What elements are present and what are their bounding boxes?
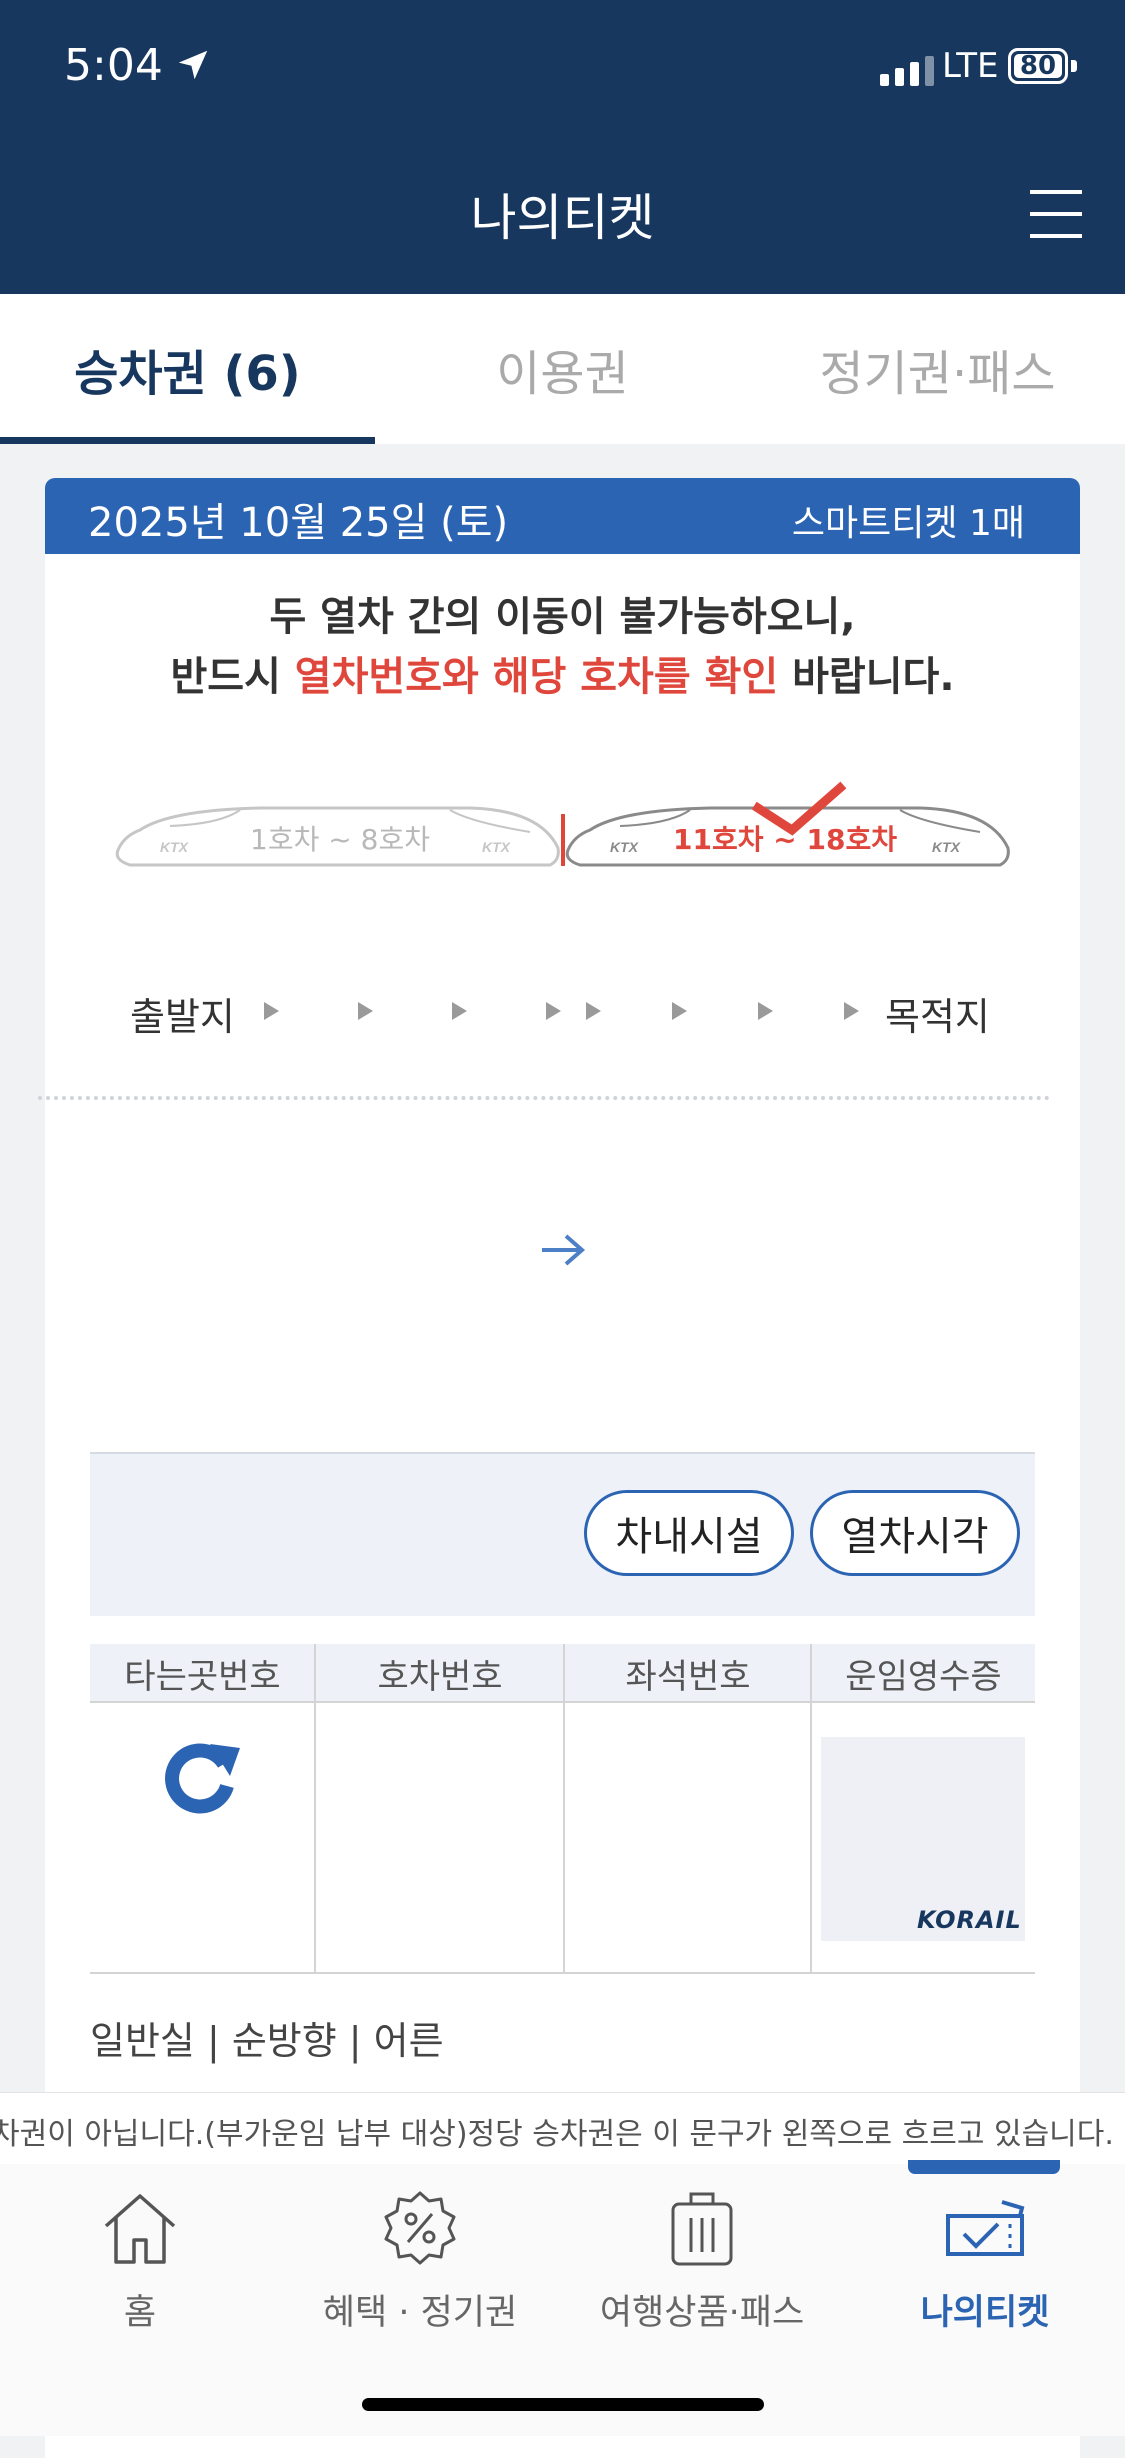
- route-arrow-icon: [264, 1002, 279, 1020]
- tab-season-pass[interactable]: 정기권·패스: [750, 294, 1125, 444]
- active-tab-indicator: [0, 437, 375, 444]
- nav-benefits[interactable]: 혜택 · 정기권: [295, 2190, 545, 2333]
- col-platform-number: 타는곳번호: [90, 1644, 315, 1702]
- ticker-text: 차권이 아닙니다.(부가운임 납부 대상)정당 승차권은 이 문구가 왼쪽으로 …: [0, 2117, 1114, 2152]
- nav-home-label: 홈: [123, 2293, 157, 2333]
- train-coupling-marker: [561, 814, 565, 866]
- security-ticker: 차권이 아닙니다.(부가운임 납부 대상)정당 승차권은 이 문구가 왼쪽으로 …: [0, 2092, 1125, 2166]
- arrival-label: 목적지: [885, 995, 990, 1039]
- nav-travel-products[interactable]: 여행상품·패스: [577, 2190, 827, 2333]
- battery-cap: [1071, 60, 1077, 72]
- tab-voucher[interactable]: 이용권: [375, 294, 750, 444]
- departure-label: 출발지: [130, 995, 235, 1039]
- korail-logo: KORAIL: [917, 1906, 1022, 1934]
- battery-level: 80: [1014, 53, 1062, 79]
- nav-travel-products-label: 여행상품·패스: [599, 2293, 805, 2333]
- notice-suffix: 바랍니다.: [778, 654, 955, 700]
- table-divider: [90, 1701, 1035, 1703]
- table-divider: [810, 1644, 812, 1974]
- train-brand-left: KTX: [160, 839, 190, 855]
- nav-my-ticket-label: 나의티켓: [920, 2293, 1050, 2333]
- seat-class-info: 일반실 | 순방향 | 어른: [90, 2019, 444, 2063]
- dotted-divider: [38, 1096, 1050, 1100]
- train-timetable-button[interactable]: 열차시각: [810, 1490, 1020, 1576]
- route-arrow-icon: [758, 1002, 773, 1020]
- nav-home[interactable]: 홈: [15, 2190, 265, 2333]
- col-seat-number: 좌석번호: [565, 1644, 811, 1702]
- train-section-1-8: KTX KTX 1호차 ~ 8호차: [115, 806, 560, 867]
- train-section-11-18: KTX KTX 11호차 ~ 18호차: [565, 806, 1010, 867]
- right-arrow-icon: [542, 1234, 586, 1266]
- luggage-icon: [671, 2192, 733, 2266]
- route-arrow-icon: [452, 1002, 467, 1020]
- notice-prefix: 반드시: [170, 654, 295, 700]
- home-icon: [104, 2194, 176, 2264]
- ticket-tabs: 승차권 (6) 이용권 정기권·패스: [0, 294, 1125, 444]
- col-fare-receipt: 운임영수증: [812, 1644, 1035, 1702]
- refresh-icon[interactable]: [160, 1738, 242, 1820]
- status-time: 5:04: [64, 40, 163, 91]
- train-brand-left-2: KTX: [482, 839, 512, 855]
- travel-date: 2025년 10월 25일 (토): [88, 500, 509, 546]
- route-arrow-icon: [672, 1002, 687, 1020]
- notice-line-2: 반드시 열차번호와 해당 호차를 확인 바랍니다.: [45, 644, 1080, 702]
- notice-line-1: 두 열차 간의 이동이 불가능하오니,: [269, 594, 856, 640]
- discount-badge-icon: [384, 2191, 456, 2265]
- active-nav-indicator: [908, 2160, 1060, 2174]
- network-label: LTE: [942, 46, 999, 86]
- route-arrow-icon: [358, 1002, 373, 1020]
- notice-highlight: 열차번호와 해당 호차를 확인: [294, 654, 779, 700]
- home-indicator: [362, 2398, 764, 2411]
- col-car-number: 호차번호: [316, 1644, 564, 1702]
- signal-icon: [880, 56, 934, 86]
- hamburger-menu-icon[interactable]: [1030, 188, 1082, 240]
- onboard-facilities-button[interactable]: 차내시설: [584, 1490, 794, 1576]
- route-arrow-icon: [844, 1002, 859, 1020]
- nav-benefits-label: 혜택 · 정기권: [322, 2293, 518, 2333]
- tab-boarding-pass[interactable]: 승차권 (6): [0, 294, 375, 444]
- route-arrow-icon: [586, 1002, 601, 1020]
- battery-icon: 80: [1008, 48, 1068, 84]
- table-divider: [563, 1644, 565, 1974]
- train-car-diagram: KTX KTX 1호차 ~ 8호차 KTX KTX 11호차 ~ 18호차: [115, 781, 1010, 867]
- table-divider: [314, 1644, 316, 1974]
- table-divider: [90, 1972, 1035, 1974]
- location-arrow-icon: [178, 50, 208, 80]
- page-title: 나의티켓: [470, 189, 655, 247]
- train-brand-right: KTX: [610, 839, 640, 855]
- nav-my-ticket[interactable]: 나의티켓: [860, 2190, 1110, 2333]
- left-car-range: 1호차 ~ 8호차: [250, 823, 430, 856]
- ticket-check-icon: [946, 2200, 1025, 2256]
- train-brand-right-2: KTX: [932, 839, 962, 855]
- route-arrow-icon: [546, 1002, 561, 1020]
- ticket-type: 스마트티켓 1매: [791, 503, 1025, 544]
